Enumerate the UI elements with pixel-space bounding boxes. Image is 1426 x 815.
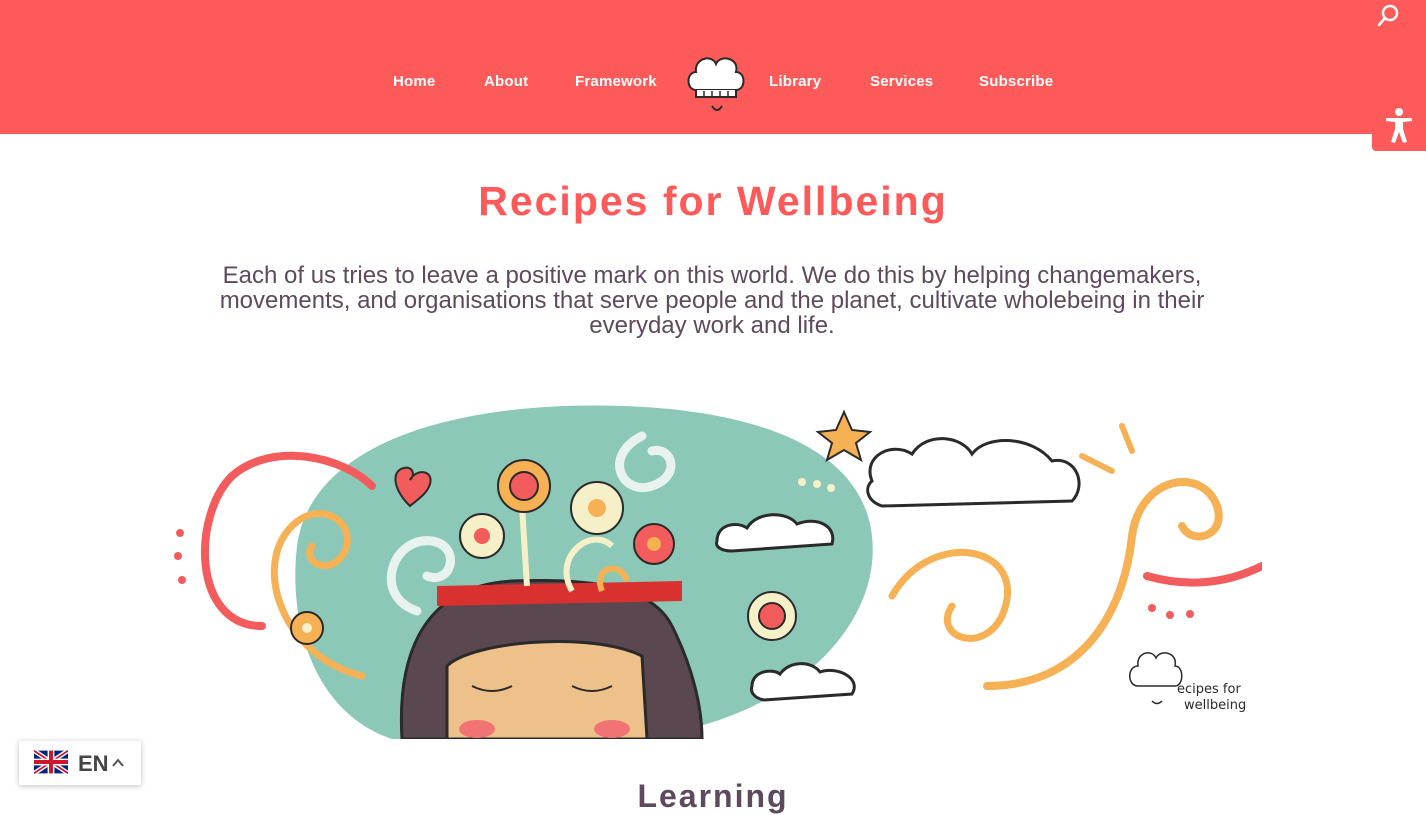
accessibility-toolbar-button[interactable] — [1372, 99, 1426, 151]
nav-framework[interactable]: Framework — [575, 73, 657, 90]
page-title: Recipes for Wellbeing — [478, 178, 948, 224]
watermark-text-line2: wellbeing — [1184, 698, 1246, 713]
language-code: EN — [78, 751, 109, 776]
flower-big — [497, 459, 551, 513]
search-icon[interactable] — [1374, 2, 1402, 30]
nav-library[interactable]: Library — [769, 73, 821, 90]
intro-text: Each of us tries to leave a positive mar… — [219, 262, 1205, 339]
watermark-logo — [1129, 652, 1183, 705]
nav-home[interactable]: Home — [393, 73, 435, 90]
site-header: Home About Framework Library Services Su… — [0, 0, 1426, 134]
nav-services[interactable]: Services — [870, 73, 933, 90]
uk-flag-icon — [34, 749, 68, 775]
nav-about[interactable]: About — [484, 73, 528, 90]
chef-hat-logo-icon[interactable] — [684, 50, 746, 118]
accessibility-person-icon — [1386, 108, 1412, 143]
nav-subscribe[interactable]: Subscribe — [979, 73, 1053, 90]
chevron-up-icon — [112, 758, 124, 767]
language-switcher[interactable]: EN — [19, 741, 141, 785]
section-heading-learning: Learning — [637, 778, 789, 814]
watermark-text-line1: ecipes for — [1177, 682, 1241, 697]
hero-illustration: ecipes for wellbeing — [172, 396, 1262, 739]
